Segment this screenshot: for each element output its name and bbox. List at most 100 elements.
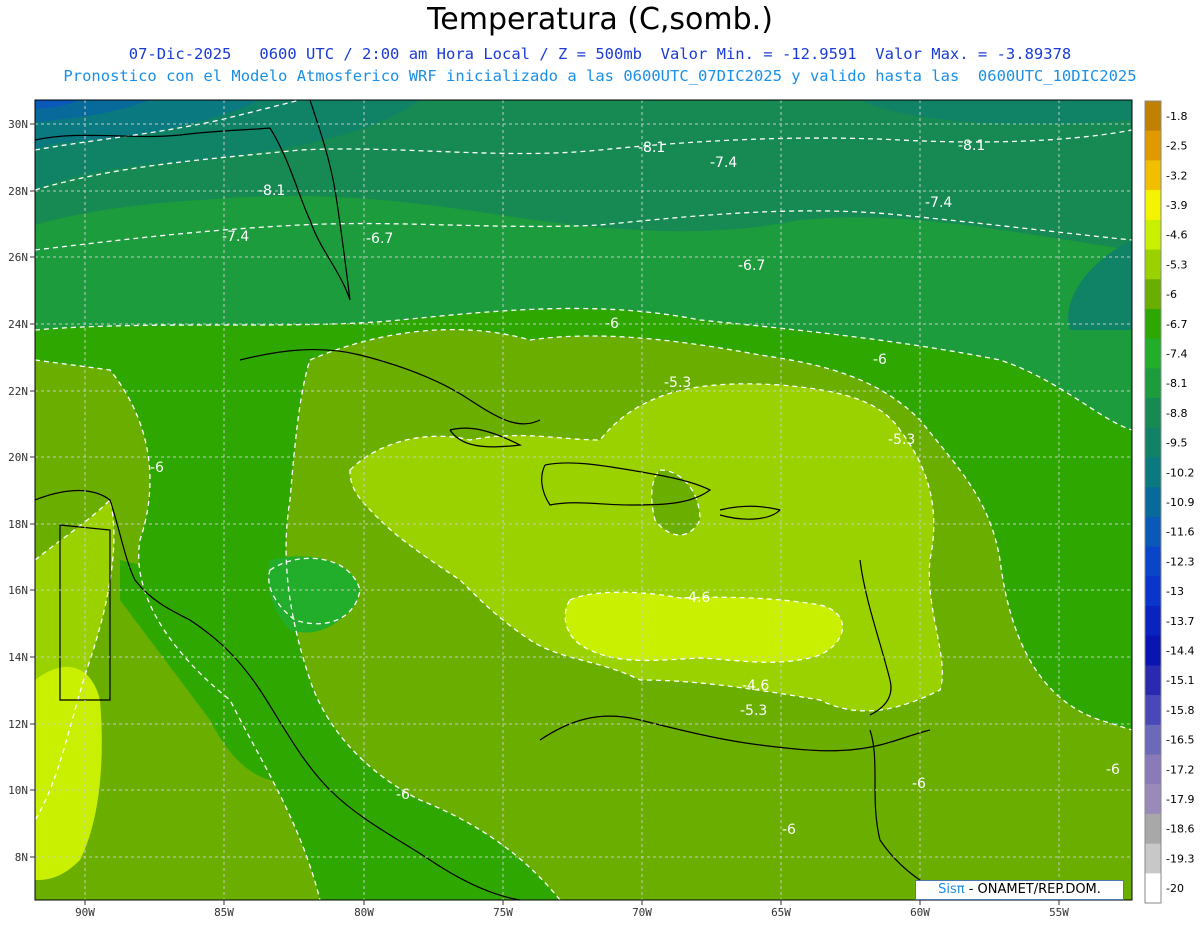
lon-label: 55W: [1049, 906, 1069, 919]
colorbar-swatch: [1145, 427, 1161, 458]
colorbar-label: -3.9: [1166, 199, 1187, 212]
lat-label: 14N: [8, 651, 28, 664]
colorbar-label: -9.5: [1166, 437, 1187, 450]
lon-label: 80W: [354, 906, 374, 919]
colorbar-label: -6: [1166, 288, 1177, 301]
shaded-temperature-field: [35, 100, 1132, 900]
lat-label: 26N: [8, 251, 28, 264]
colorbar-swatch: [1145, 338, 1161, 369]
colorbar-label: -4.6: [1166, 229, 1187, 242]
colorbar-label: -2.5: [1166, 140, 1187, 153]
contour-label: -8.1: [638, 140, 665, 156]
colorbar-label: -8.8: [1166, 407, 1187, 420]
colorbar-label: -6.7: [1166, 318, 1187, 331]
credit-text: - ONAMET/REP.DOM.: [964, 882, 1101, 897]
colorbar-label: -13: [1166, 585, 1184, 598]
contour-label: -7.4: [925, 195, 952, 211]
lat-label: 28N: [8, 185, 28, 198]
colorbar-swatch: [1145, 724, 1161, 755]
contour-label: -8.1: [258, 183, 285, 199]
contour-label: -8.1: [958, 138, 985, 154]
contour-label: -6: [1106, 762, 1120, 778]
colorbar-swatch: [1145, 754, 1161, 785]
lon-label: 85W: [214, 906, 234, 919]
colorbar-swatch: [1145, 516, 1161, 548]
temperature-map: 30N 28N 26N 24N 22N 20N 18N 16N 14N 12N …: [8, 99, 1194, 919]
colorbar-label: -20: [1166, 882, 1184, 895]
contour-label: -7.4: [222, 229, 249, 245]
colorbar-swatch: [1145, 368, 1161, 399]
contour-label: -7.4: [710, 155, 737, 171]
colorbar-swatch: [1145, 635, 1161, 666]
lat-label: 16N: [8, 584, 28, 597]
credit-box: Sisπ - ONAMET/REP.DOM.: [915, 880, 1124, 900]
contour-label: -5.3: [888, 432, 915, 448]
contour-label: -6: [396, 787, 410, 803]
colorbar-swatch: [1145, 249, 1161, 280]
colorbar-label: -16.5: [1166, 734, 1194, 747]
lon-label: 70W: [632, 906, 652, 919]
lat-label: 18N: [8, 518, 28, 531]
colorbar-label: -10.2: [1166, 466, 1194, 479]
lat-label: 20N: [8, 451, 28, 464]
colorbar-label: -8.1: [1166, 377, 1187, 390]
contour-label: -4.6: [742, 678, 769, 694]
lat-label: 30N: [8, 118, 28, 131]
longitude-axis: 90W 85W 80W 75W 70W 65W 60W 55W: [75, 906, 1069, 919]
contour-label: -6: [605, 316, 619, 332]
colorbar-swatch: [1145, 546, 1161, 577]
colorbar-label: -5.3: [1166, 258, 1187, 271]
colorbar-label: -17.2: [1166, 763, 1194, 776]
contour-label: -5.3: [664, 375, 691, 391]
lon-ticks: [84, 900, 1060, 905]
lat-label: 8N: [15, 851, 28, 864]
lat-label: 22N: [8, 385, 28, 398]
colorbar-label: -3.2: [1166, 169, 1187, 182]
colorbar-swatch: [1145, 130, 1161, 161]
contour-label: -6: [782, 822, 796, 838]
colorbar-label: -11.6: [1166, 526, 1194, 539]
colorbar-swatch: [1145, 784, 1161, 815]
colorbar-label: -7.4: [1166, 347, 1187, 360]
contour-label: -6: [912, 776, 926, 792]
lon-label: 75W: [493, 906, 513, 919]
colorbar-label: -15.1: [1166, 674, 1194, 687]
colorbar-swatch: [1145, 695, 1161, 726]
lat-label: 10N: [8, 784, 28, 797]
colorbar-label: -12.3: [1166, 555, 1194, 568]
lat-ticks: [30, 123, 35, 858]
colorbar-swatch: [1145, 308, 1161, 340]
colorbar-swatch: [1145, 843, 1161, 874]
colorbar-swatch: [1145, 219, 1161, 251]
colorbar-label: -19.3: [1166, 852, 1194, 865]
lon-label: 90W: [75, 906, 95, 919]
colorbar-label: -15.8: [1166, 704, 1194, 717]
lon-label: 65W: [771, 906, 791, 919]
colorbar-label: -18.6: [1166, 823, 1194, 836]
contour-label: -6.7: [738, 258, 765, 274]
sispi-logo: Sisπ: [938, 882, 965, 897]
contour-label: -6: [150, 460, 164, 476]
colorbar-swatch: [1145, 813, 1161, 845]
colorbar-label: -1.8: [1166, 110, 1187, 123]
colorbar-label: -10.9: [1166, 496, 1194, 509]
colorbar-label: -14.4: [1166, 645, 1194, 658]
colorbar-swatch: [1145, 576, 1161, 607]
lat-label: 24N: [8, 318, 28, 331]
colorbar-swatch: [1145, 665, 1161, 696]
contour-label: -6.7: [366, 231, 393, 247]
colorbar-swatch: [1145, 457, 1161, 488]
colorbar-swatch: [1145, 873, 1161, 904]
contour-label: -4.6: [683, 590, 710, 606]
lon-label: 60W: [910, 906, 930, 919]
latitude-axis: 30N 28N 26N 24N 22N 20N 18N 16N 14N 12N …: [8, 118, 28, 864]
colorbar: -1.8 -2.5 -3.2 -3.9 -4.6 -5.3 -6 -6.7 -7.4 -8.1 -8…: [1144, 100, 1194, 904]
colorbar-label: -13.7: [1166, 615, 1194, 628]
colorbar-swatch: [1145, 487, 1161, 518]
lat-label: 12N: [8, 718, 28, 731]
contour-label: -5.3: [740, 703, 767, 719]
colorbar-swatch: [1145, 605, 1161, 637]
colorbar-swatch: [1145, 160, 1161, 191]
colorbar-swatch: [1145, 190, 1161, 221]
contour-label: -6: [873, 352, 887, 368]
